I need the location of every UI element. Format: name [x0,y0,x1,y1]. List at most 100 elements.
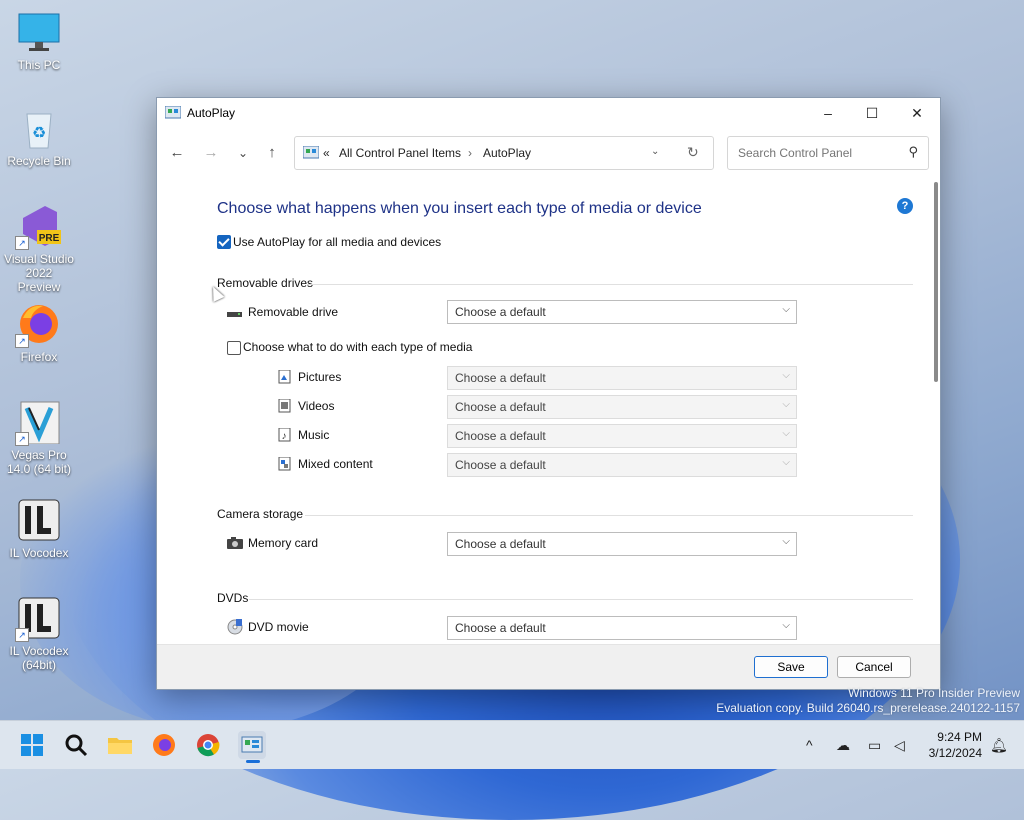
media-label-videos: Videos [298,399,335,413]
refresh-icon[interactable]: ↻ [687,144,699,161]
maximize-button[interactable]: ☐ [849,98,895,128]
chevron-down-icon: ⌵ [782,399,790,410]
desktop-icon-firefox[interactable]: ↗ Firefox [4,302,74,364]
start-button[interactable] [18,731,46,759]
select-value: Choose a default [455,429,546,443]
taskbar-search-button[interactable] [62,731,90,759]
dvd-movie-label: DVD movie [248,620,309,634]
close-button[interactable]: ✕ [894,98,940,128]
pictures-icon [278,369,294,384]
shortcut-arrow-icon: ↗ [15,236,29,250]
taskbar-chrome[interactable] [194,731,222,759]
chevron-down-icon: ⌵ [782,370,790,381]
control-panel-icon [164,105,182,120]
removable-drive-select[interactable]: Choose a default ⌵ [447,300,797,324]
memory-card-label: Memory card [248,536,319,550]
music-select[interactable]: Choose a default ⌵ [447,424,797,448]
firefox-icon: ↗ [15,302,61,348]
control-panel-icon [302,145,320,160]
chevron-down-icon: ⌵ [782,304,790,315]
volume-muted-icon[interactable]: ◁ [894,737,905,754]
select-value: Choose a default [455,305,546,319]
removable-drive-label: Removable drive [248,305,339,319]
back-arrow-icon[interactable]: ← [165,144,189,162]
forward-arrow-icon[interactable]: → [199,144,223,162]
control-panel-icon [241,736,263,753]
use-autoplay-checkbox[interactable] [217,235,231,249]
svg-text:♻: ♻ [32,125,46,142]
mixed-content-select[interactable]: Choose a default ⌵ [447,453,797,477]
taskbar: ^ ☁ ▭ ◁ 9:24 PM 3/12/2024 🔔︎ [0,720,1024,769]
desktop-icon-recycle-bin[interactable]: ♻ Recycle Bin [4,106,74,168]
taskbar-firefox[interactable] [150,731,178,759]
shortcut-arrow-icon: ↗ [15,628,29,642]
address-bar[interactable]: « All Control Panel Items › AutoPlay ⌄ ↻ [294,136,714,170]
section-divider [307,284,913,285]
svg-text:PRE: PRE [39,233,60,244]
address-dropdown-chevron-icon[interactable]: ⌄ [651,146,659,157]
camera-icon [227,536,243,550]
cancel-button[interactable]: Cancel [837,656,911,678]
visual-studio-icon: PRE ↗ [15,204,61,250]
help-icon[interactable]: ? [897,198,913,214]
windows-logo-icon [21,734,43,756]
network-icon[interactable]: ▭ [868,737,881,754]
clock-date: 3/12/2024 [928,746,982,760]
breadcrumb-overflow[interactable]: « [323,146,330,160]
vertical-scrollbar[interactable] [934,182,938,382]
watermark-line-2: Evaluation copy. Build 26040.rs_prerelea… [716,701,1020,715]
mixed-content-icon [278,456,294,471]
recent-locations-chevron-icon[interactable]: ⌄ [231,144,255,162]
videos-select[interactable]: Choose a default ⌵ [447,395,797,419]
breadcrumb-autoplay[interactable]: AutoPlay [483,146,531,160]
dvd-movie-select[interactable]: Choose a default ⌵ [447,616,797,640]
monitor-icon [17,10,61,54]
desktop-icon-this-pc[interactable]: This PC [4,10,74,72]
select-value: Choose a default [455,371,546,385]
section-divider [249,599,913,600]
desktop-icon-il-vocodex-64[interactable]: ↗ IL Vocodex (64bit) [4,596,74,672]
dvd-icon [227,619,243,635]
desktop-icon-vegas-pro[interactable]: ↗ Vegas Pro 14.0 (64 bit) [4,400,74,476]
title-bar[interactable]: AutoPlay – ☐ ✕ [157,98,940,128]
firefox-icon [153,734,175,756]
minimize-button[interactable]: – [805,98,851,128]
system-clock[interactable]: 9:24 PM 3/12/2024 [918,729,982,761]
save-button[interactable]: Save [754,656,828,678]
music-icon: ♪ [278,427,294,442]
notification-bell-icon[interactable]: 🔔︎ [990,737,1008,754]
desktop-icon-label: Firefox [20,350,58,364]
desktop-icon-il-vocodex[interactable]: IL Vocodex [4,498,74,560]
search-icon [65,734,88,757]
search-box[interactable]: ⚲ [727,136,929,170]
onedrive-offline-icon[interactable]: ☁ [836,737,850,754]
chrome-icon [197,734,220,757]
memory-card-select[interactable]: Choose a default ⌵ [447,532,797,556]
desktop-icon-label: Recycle Bin [7,154,71,168]
media-label-pictures: Pictures [298,370,342,384]
up-arrow-icon[interactable]: ↑ [260,144,284,162]
il-vocodex-icon: ↗ [15,596,61,642]
chevron-down-icon: ⌵ [782,457,790,468]
desktop-icon-visual-studio[interactable]: PRE ↗ Visual Studio 2022 Preview [4,204,74,294]
select-value: Choose a default [455,621,546,635]
show-hidden-icons-button[interactable]: ^ [806,737,813,753]
select-value: Choose a default [455,400,546,414]
clock-time: 9:24 PM [937,730,982,744]
per-media-checkbox[interactable] [227,341,241,355]
taskbar-file-explorer[interactable] [106,731,134,759]
pictures-select[interactable]: Choose a default ⌵ [447,366,797,390]
taskbar-control-panel[interactable] [238,731,266,763]
desktop-icon-label: Visual Studio 2022 Preview [4,252,74,294]
recycle-bin-icon: ♻ [17,106,61,150]
desktop-icon-label: This PC [17,58,61,72]
chevron-down-icon: ⌵ [782,620,790,631]
per-media-label[interactable]: Choose what to do with each type of medi… [243,340,472,354]
use-autoplay-label[interactable]: Use AutoPlay for all media and devices [233,235,441,249]
select-value: Choose a default [455,458,546,472]
breadcrumb-all-control-panel-items[interactable]: All Control Panel Items [339,146,461,160]
desktop-icon-label: IL Vocodex (64bit) [9,644,69,672]
search-icon[interactable]: ⚲ [908,144,918,160]
search-input[interactable] [736,145,900,161]
navigation-toolbar: ← → ⌄ ↑ « All Control Panel Items › Auto… [157,128,940,176]
